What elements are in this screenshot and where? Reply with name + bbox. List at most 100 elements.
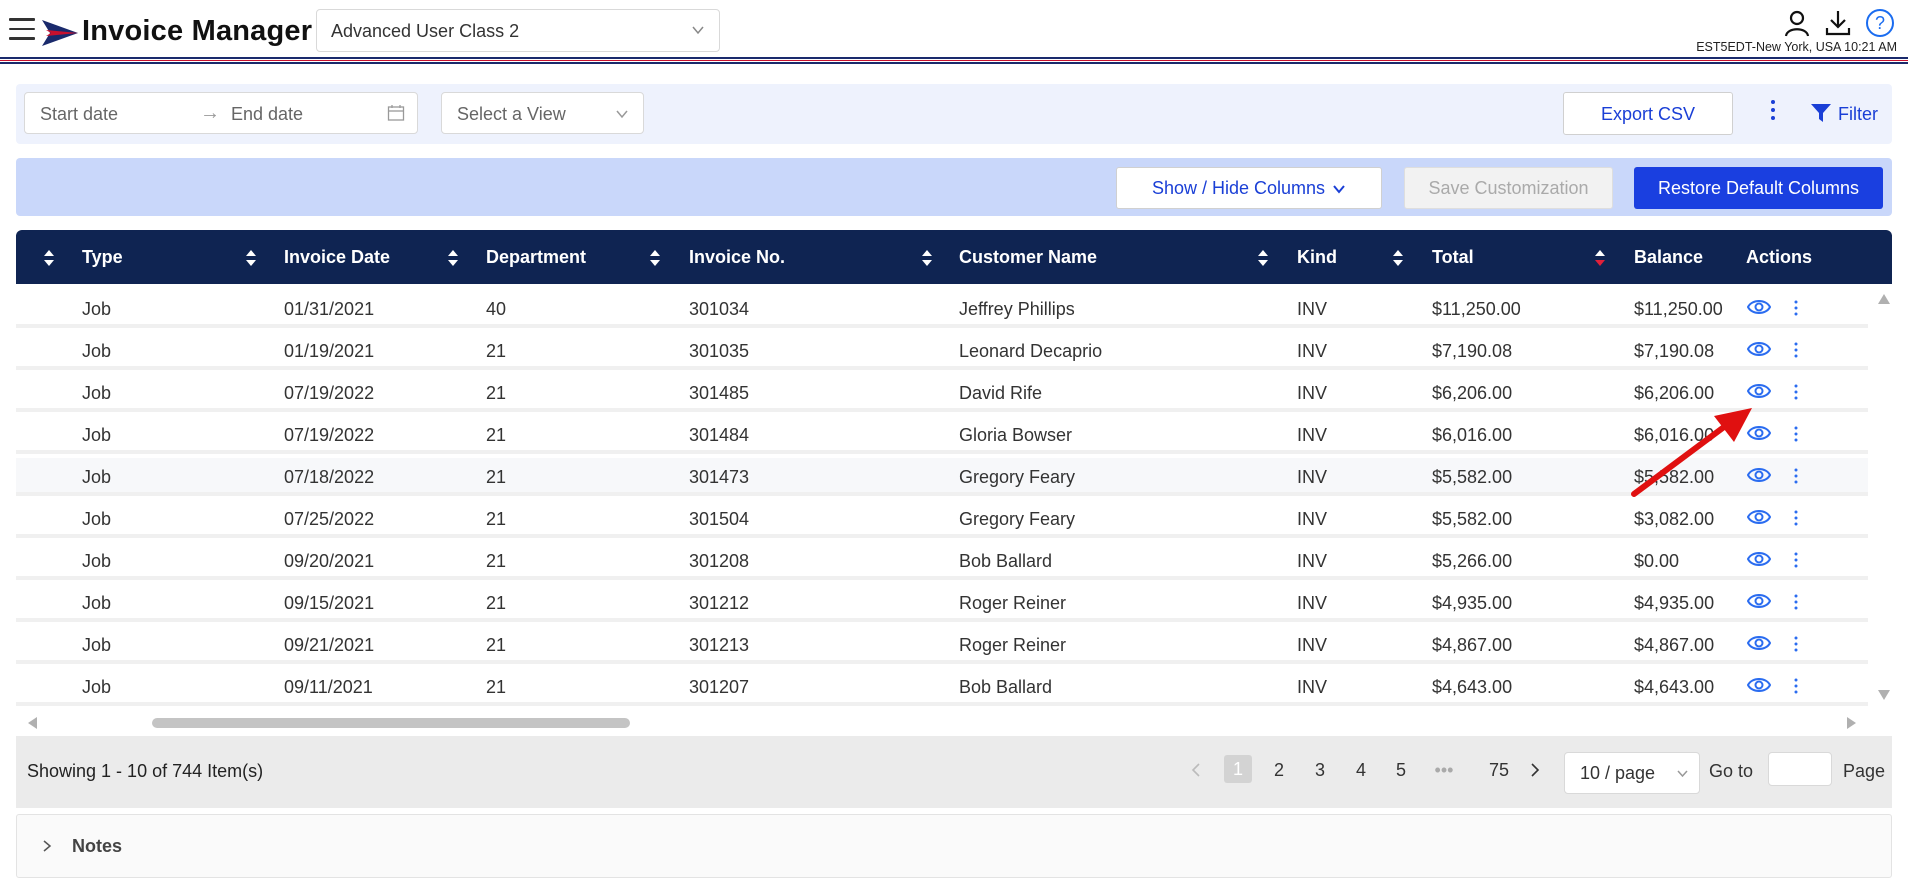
view-select[interactable]: Select a View [441, 92, 644, 134]
view-icon[interactable] [1747, 297, 1771, 317]
row-more-icon[interactable] [1793, 509, 1799, 527]
sort-icon[interactable] [43, 248, 55, 268]
view-icon[interactable] [1747, 381, 1771, 401]
page-ellipsis[interactable]: ••• [1422, 760, 1466, 781]
column-header-kind[interactable]: Kind [1297, 230, 1337, 284]
page-2[interactable]: 2 [1265, 760, 1293, 781]
cell-total: $5,582.00 [1432, 509, 1513, 529]
column-header-customer-name[interactable]: Customer Name [959, 230, 1097, 284]
page-last[interactable]: 75 [1483, 760, 1515, 781]
filter-button[interactable]: Filter [1810, 102, 1878, 126]
page-1[interactable]: 1 [1224, 755, 1252, 783]
sort-icon[interactable] [245, 248, 257, 268]
view-icon[interactable] [1747, 339, 1771, 359]
column-header-invoice-no[interactable]: Invoice No. [689, 230, 785, 284]
horizontal-scroll-thumb[interactable] [152, 718, 630, 728]
cell-total: $5,266.00 [1432, 551, 1513, 571]
calendar-icon[interactable] [387, 104, 405, 122]
view-icon[interactable] [1747, 549, 1771, 569]
user-class-select[interactable]: Advanced User Class 2 [316, 9, 720, 52]
view-icon[interactable] [1747, 591, 1771, 611]
cell-department: 21 [486, 677, 507, 697]
row-more-icon[interactable] [1793, 677, 1799, 695]
table-row[interactable]: Job 09/15/2021 21 301212 Roger Reiner INV $4,9… [16, 584, 1868, 622]
cell-total: $6,016.00 [1432, 425, 1513, 445]
page-3[interactable]: 3 [1306, 760, 1334, 781]
cell-balance: $5,582.00 [1634, 467, 1715, 487]
table-row[interactable]: Job 09/21/2021 21 301213 Roger Reiner INV $4,8… [16, 626, 1868, 664]
cell-customer-name: Gloria Bowser [959, 425, 1073, 445]
cell-type: Job [82, 383, 112, 403]
sort-icon[interactable] [649, 248, 661, 268]
table-row[interactable]: Job 01/19/2021 21 301035 Leonard Decaprio INV… [16, 332, 1868, 370]
cell-department: 21 [486, 383, 507, 403]
row-more-icon[interactable] [1793, 551, 1799, 569]
cell-kind: INV [1297, 425, 1328, 445]
column-header-total[interactable]: Total [1432, 230, 1474, 284]
sort-icon[interactable] [921, 248, 933, 268]
page-5[interactable]: 5 [1387, 760, 1415, 781]
cell-total: $5,582.00 [1432, 467, 1513, 487]
table-row[interactable]: Job 07/25/2022 21 301504 Gregory Feary INV $5,… [16, 500, 1868, 538]
vertical-scrollbar[interactable] [1876, 292, 1892, 702]
view-icon[interactable] [1747, 507, 1771, 527]
cell-invoice-no: 301034 [689, 299, 750, 319]
menu-icon[interactable] [9, 18, 35, 42]
more-options-icon[interactable] [1768, 98, 1778, 122]
cell-customer-name: Gregory Feary [959, 509, 1076, 529]
save-customization-button[interactable]: Save Customization [1404, 167, 1613, 209]
scroll-right-icon[interactable] [1846, 716, 1858, 730]
download-icon[interactable] [1823, 8, 1853, 38]
table-row[interactable]: Job 01/31/2021 40 301034 Jeffrey Phillips INV… [16, 290, 1868, 328]
next-page-icon[interactable] [1528, 762, 1542, 778]
end-date-input[interactable]: End date [231, 104, 303, 125]
goto-page-input[interactable] [1768, 752, 1832, 786]
column-header-department[interactable]: Department [486, 230, 586, 284]
help-icon[interactable]: ? [1865, 8, 1895, 38]
row-more-icon[interactable] [1793, 299, 1799, 317]
table-row[interactable]: Job 09/11/2021 21 301207 Bob Ballard INV $4,64… [16, 668, 1868, 706]
show-hide-columns-button[interactable]: Show / Hide Columns [1116, 167, 1382, 209]
app-title: Invoice Manager [82, 15, 313, 47]
column-customization-bar: Show / Hide Columns Save Customization R… [16, 158, 1892, 216]
column-header-type[interactable]: Type [82, 230, 123, 284]
table-row[interactable]: Job 09/20/2021 21 301208 Bob Ballard INV $5,26… [16, 542, 1868, 580]
table-row[interactable]: Job 07/18/2022 21 301473 Gregory Feary INV $5,… [16, 458, 1868, 496]
view-icon[interactable] [1747, 465, 1771, 485]
row-more-icon[interactable] [1793, 383, 1799, 401]
notes-panel[interactable]: Notes [16, 814, 1892, 878]
cell-customer-name: Leonard Decaprio [959, 341, 1103, 361]
sort-icon[interactable] [1257, 248, 1269, 268]
sort-descending-icon[interactable] [1594, 248, 1606, 268]
start-date-input[interactable]: Start date [40, 104, 118, 125]
user-icon[interactable] [1782, 8, 1812, 38]
row-more-icon[interactable] [1793, 341, 1799, 359]
date-range-picker[interactable]: Start date → End date [24, 92, 418, 134]
column-header-balance[interactable]: Balance [1634, 230, 1703, 284]
horizontal-scrollbar[interactable] [16, 712, 1868, 734]
prev-page-icon[interactable] [1189, 762, 1203, 778]
restore-default-columns-button[interactable]: Restore Default Columns [1634, 167, 1883, 209]
table-row[interactable]: Job 07/19/2022 21 301485 David Rife INV $6,206… [16, 374, 1868, 412]
row-more-icon[interactable] [1793, 593, 1799, 611]
cell-total: $6,206.00 [1432, 383, 1513, 403]
export-csv-button[interactable]: Export CSV [1563, 92, 1733, 135]
sort-icon[interactable] [1392, 248, 1404, 268]
page-4[interactable]: 4 [1347, 760, 1375, 781]
view-icon[interactable] [1747, 675, 1771, 695]
cell-type: Job [82, 635, 112, 655]
view-icon[interactable] [1747, 423, 1771, 443]
row-more-icon[interactable] [1793, 467, 1799, 485]
cell-customer-name: Bob Ballard [959, 551, 1053, 571]
table-row[interactable]: Job 07/19/2022 21 301484 Gloria Bowser INV $6,… [16, 416, 1868, 454]
cell-type: Job [82, 299, 112, 319]
scroll-left-icon[interactable] [26, 716, 38, 730]
row-more-icon[interactable] [1793, 425, 1799, 443]
cell-department: 40 [486, 299, 507, 319]
cell-invoice-date: 09/20/2021 [284, 551, 375, 571]
sort-icon[interactable] [447, 248, 459, 268]
page-size-select[interactable]: 10 / page [1564, 752, 1700, 794]
row-more-icon[interactable] [1793, 635, 1799, 653]
column-header-invoice-date[interactable]: Invoice Date [284, 230, 390, 284]
view-icon[interactable] [1747, 633, 1771, 653]
